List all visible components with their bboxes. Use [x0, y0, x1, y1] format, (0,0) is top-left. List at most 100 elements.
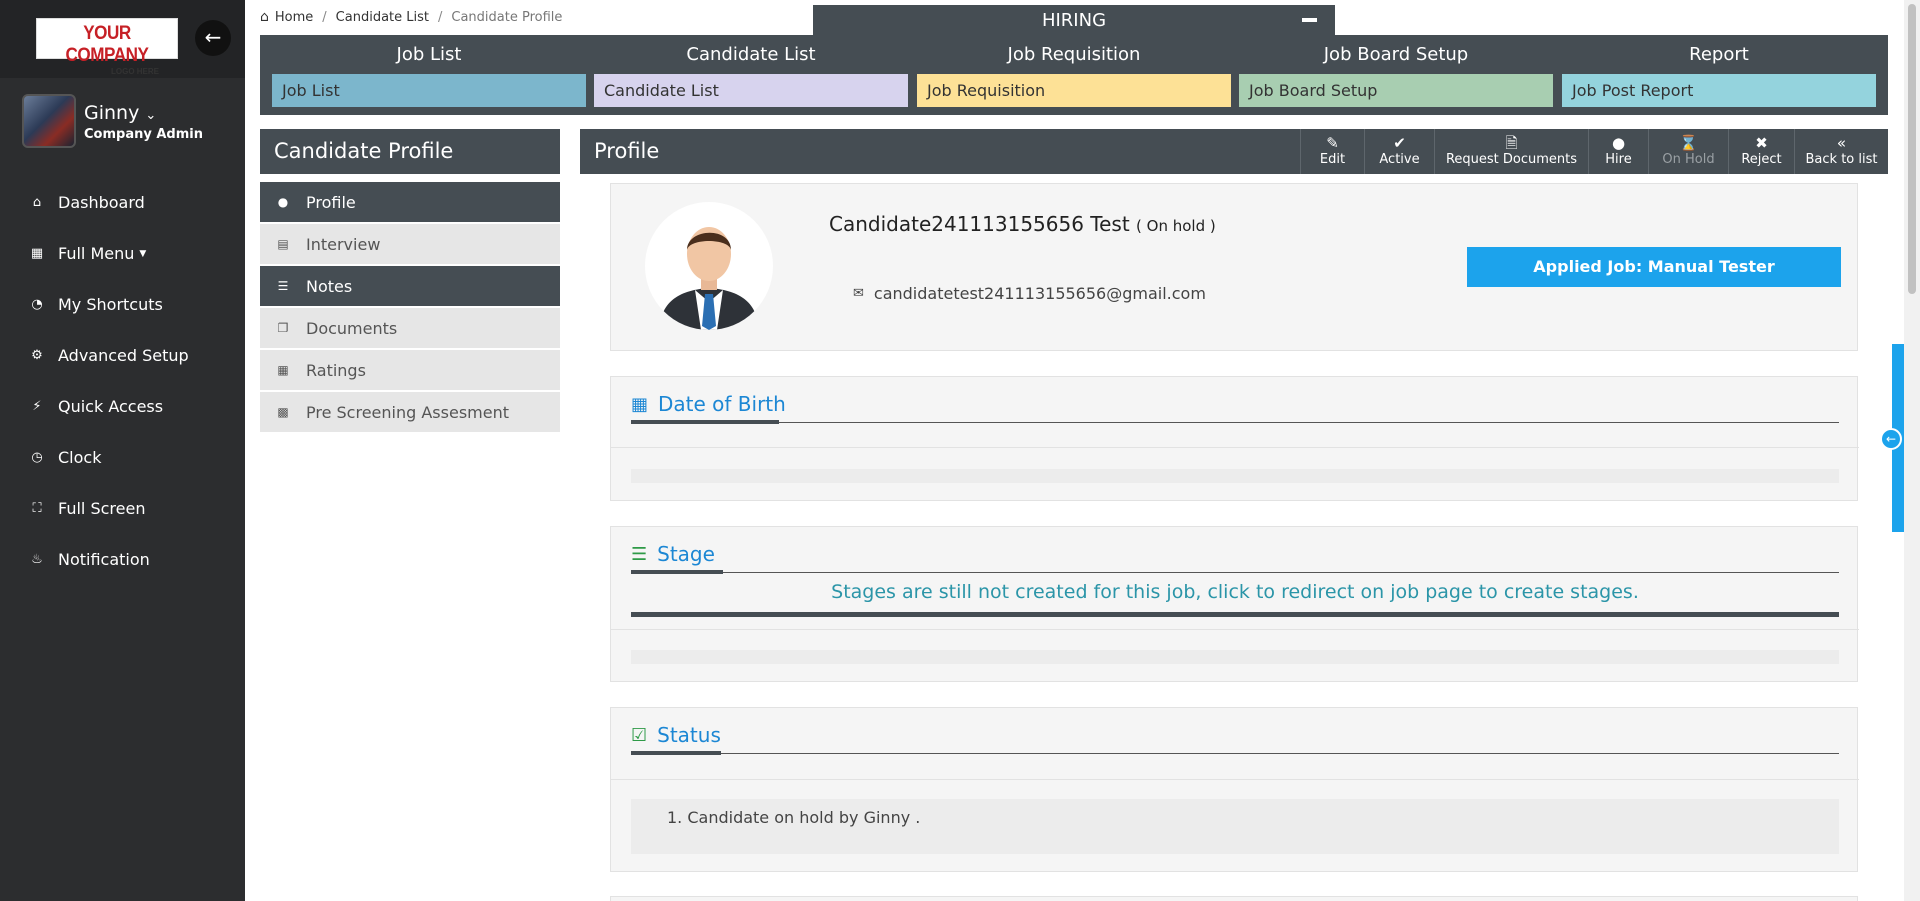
- cp-item-label: Documents: [306, 318, 398, 338]
- stage-body: [631, 650, 1839, 664]
- close-icon: ✖: [1755, 134, 1768, 152]
- caret-down-icon: ▼: [139, 248, 147, 259]
- nav-advanced-setup[interactable]: ⚙ Advanced Setup: [0, 330, 245, 381]
- minimize-icon[interactable]: [1302, 18, 1317, 22]
- chevron-down-icon: ⌄: [145, 108, 157, 123]
- nav-dashboard[interactable]: ⌂ Dashboard: [0, 177, 245, 228]
- stage-redirect-link[interactable]: Stages are still not created for this jo…: [631, 581, 1839, 603]
- hire-button[interactable]: ● Hire: [1588, 129, 1648, 174]
- breadcrumb-candidate-list[interactable]: Candidate List: [336, 10, 429, 25]
- home-icon: ⌂: [260, 9, 269, 25]
- candidate-avatar-icon: [659, 227, 759, 330]
- user-name-text: Ginny: [84, 102, 140, 124]
- server-icon: ☰: [631, 543, 648, 565]
- envelope-icon: ✉: [853, 286, 864, 301]
- nav-notification[interactable]: ♨ Notification: [0, 534, 245, 585]
- toolbar-label: Request Documents: [1445, 152, 1578, 167]
- nav-quick-access[interactable]: ⚡ Quick Access: [0, 381, 245, 432]
- candidate-name-text: Candidate241113155656 Test: [829, 212, 1130, 236]
- date-of-birth-section: ▦ Date of Birth: [610, 376, 1859, 501]
- breadcrumb: ⌂ Home / Candidate List / Candidate Prof…: [260, 9, 562, 25]
- sidebar-nav: ⌂ Dashboard ▦ Full Menu ▼ ◔ My Shortcuts ⚙ Ad…: [0, 177, 245, 585]
- hiring-tab[interactable]: HIRING: [813, 5, 1335, 36]
- nav-label: Advanced Setup: [58, 346, 189, 365]
- menu-header: Candidate List: [686, 44, 816, 65]
- toolbar-label: On Hold: [1662, 152, 1715, 167]
- bell-icon: ♨: [31, 552, 43, 567]
- toolbar-label: Active: [1379, 152, 1420, 167]
- cp-item-profile[interactable]: ● Profile: [260, 182, 560, 222]
- arrow-left-icon: ←: [204, 25, 222, 49]
- breadcrumb-separator: /: [322, 9, 327, 25]
- candidate-card: Candidate241113155656 Test ( On hold ) ✉…: [610, 183, 1858, 351]
- menu-button-job-board-setup[interactable]: Job Board Setup: [1239, 74, 1553, 107]
- list-icon: ☰: [277, 279, 289, 293]
- nav-label: Quick Access: [58, 397, 164, 416]
- page-scrollbar[interactable]: [1904, 0, 1920, 901]
- stage-message-underline: [631, 612, 1839, 617]
- cp-item-pre-screening[interactable]: ▩ Pre Screening Assesment: [260, 392, 560, 432]
- section-divider: [611, 629, 1859, 630]
- nav-clock[interactable]: ◷ Clock: [0, 432, 245, 483]
- nav-full-screen[interactable]: ⛶ Full Screen: [0, 483, 245, 534]
- cp-item-interview[interactable]: ▤ Interview: [260, 224, 560, 264]
- cp-item-documents[interactable]: ❐ Documents: [260, 308, 560, 348]
- sidebar: YOUR COMPANY LOGO HERE ← Ginny ⌄ Company…: [0, 0, 245, 901]
- nav-label: My Shortcuts: [58, 295, 163, 314]
- nav-label: Full Screen: [58, 499, 146, 518]
- newspaper-icon: ▩: [277, 405, 289, 419]
- side-drawer-toggle[interactable]: ←: [1880, 428, 1902, 450]
- calendar-icon: ▦: [277, 363, 289, 377]
- section-underline: [631, 420, 1839, 424]
- expand-icon: ⛶: [32, 501, 42, 516]
- section-divider: [611, 779, 1859, 780]
- menu-button-job-post-report[interactable]: Job Post Report: [1562, 74, 1876, 107]
- cp-item-label: Pre Screening Assesment: [306, 402, 509, 422]
- toolbar-label: Edit: [1319, 152, 1346, 167]
- menu-button-candidate-list[interactable]: Candidate List: [594, 74, 908, 107]
- on-hold-button[interactable]: ⌛ On Hold: [1648, 129, 1728, 174]
- clock-icon: ◷: [31, 450, 43, 465]
- active-button[interactable]: ✔ Active: [1364, 129, 1434, 174]
- bolt-icon: ⚡: [32, 399, 42, 414]
- scrollbar-thumb[interactable]: [1908, 4, 1916, 294]
- pencil-icon: ✎: [1326, 134, 1339, 152]
- candidate-email: ✉ candidatetest241113155656@gmail.com: [853, 284, 1206, 303]
- user-block[interactable]: Ginny ⌄ Company Admin: [20, 92, 235, 152]
- menu-button-job-requisition[interactable]: Job Requisition: [917, 74, 1231, 107]
- menu-button-job-list[interactable]: Job List: [272, 74, 586, 107]
- status-history: 1. Candidate on hold by Ginny .: [631, 799, 1839, 854]
- user-icon: ●: [277, 195, 289, 209]
- stage-title: ☰ Stage: [631, 542, 715, 566]
- company-logo[interactable]: YOUR COMPANY LOGO HERE: [36, 18, 178, 76]
- nav-full-menu[interactable]: ▦ Full Menu ▼: [0, 228, 245, 279]
- candidate-status: ( On hold ): [1136, 217, 1216, 235]
- applied-job-button[interactable]: Applied Job: Manual Tester: [1467, 247, 1841, 287]
- status-entry: 1. Candidate on hold by Ginny .: [667, 808, 921, 827]
- reject-button[interactable]: ✖ Reject: [1728, 129, 1794, 174]
- candidate-email-text: candidatetest241113155656@gmail.com: [873, 284, 1206, 303]
- hiring-menubar: Job List Job List Candidate List Candida…: [260, 35, 1888, 115]
- file-icon: 🗎: [1505, 134, 1518, 152]
- menu-column-report: Report Job Post Report: [1562, 35, 1876, 115]
- collapse-sidebar-button[interactable]: ←: [195, 20, 231, 56]
- status-section: ☑ Status 1. Candidate on hold by Ginny .: [610, 707, 1859, 872]
- edit-button[interactable]: ✎ Edit: [1300, 129, 1364, 174]
- back-to-list-button[interactable]: «Back to list: [1794, 129, 1888, 174]
- date-of-birth-body: [631, 469, 1839, 483]
- user-name[interactable]: Ginny ⌄: [84, 102, 156, 124]
- nav-label: Notification: [58, 550, 150, 569]
- cp-item-label: Interview: [306, 234, 381, 254]
- profile-header: Profile ✎ Edit ✔ Active 🗎 Request Documents…: [580, 129, 1888, 174]
- cp-item-ratings[interactable]: ▦ Ratings: [260, 350, 560, 390]
- breadcrumb-home[interactable]: Home: [275, 10, 313, 25]
- nav-my-shortcuts[interactable]: ◔ My Shortcuts: [0, 279, 245, 330]
- nav-label: Dashboard: [58, 193, 145, 212]
- avatar: [22, 94, 76, 148]
- menu-column-job-requisition: Job Requisition Job Requisition: [917, 35, 1231, 115]
- cp-item-notes[interactable]: ☰ Notes: [260, 266, 560, 306]
- logo-text: YOUR COMPANY: [65, 23, 149, 66]
- cp-item-label: Profile: [306, 192, 356, 212]
- checkbox-icon: ☑: [631, 724, 648, 746]
- request-documents-button[interactable]: 🗎 Request Documents: [1434, 129, 1588, 174]
